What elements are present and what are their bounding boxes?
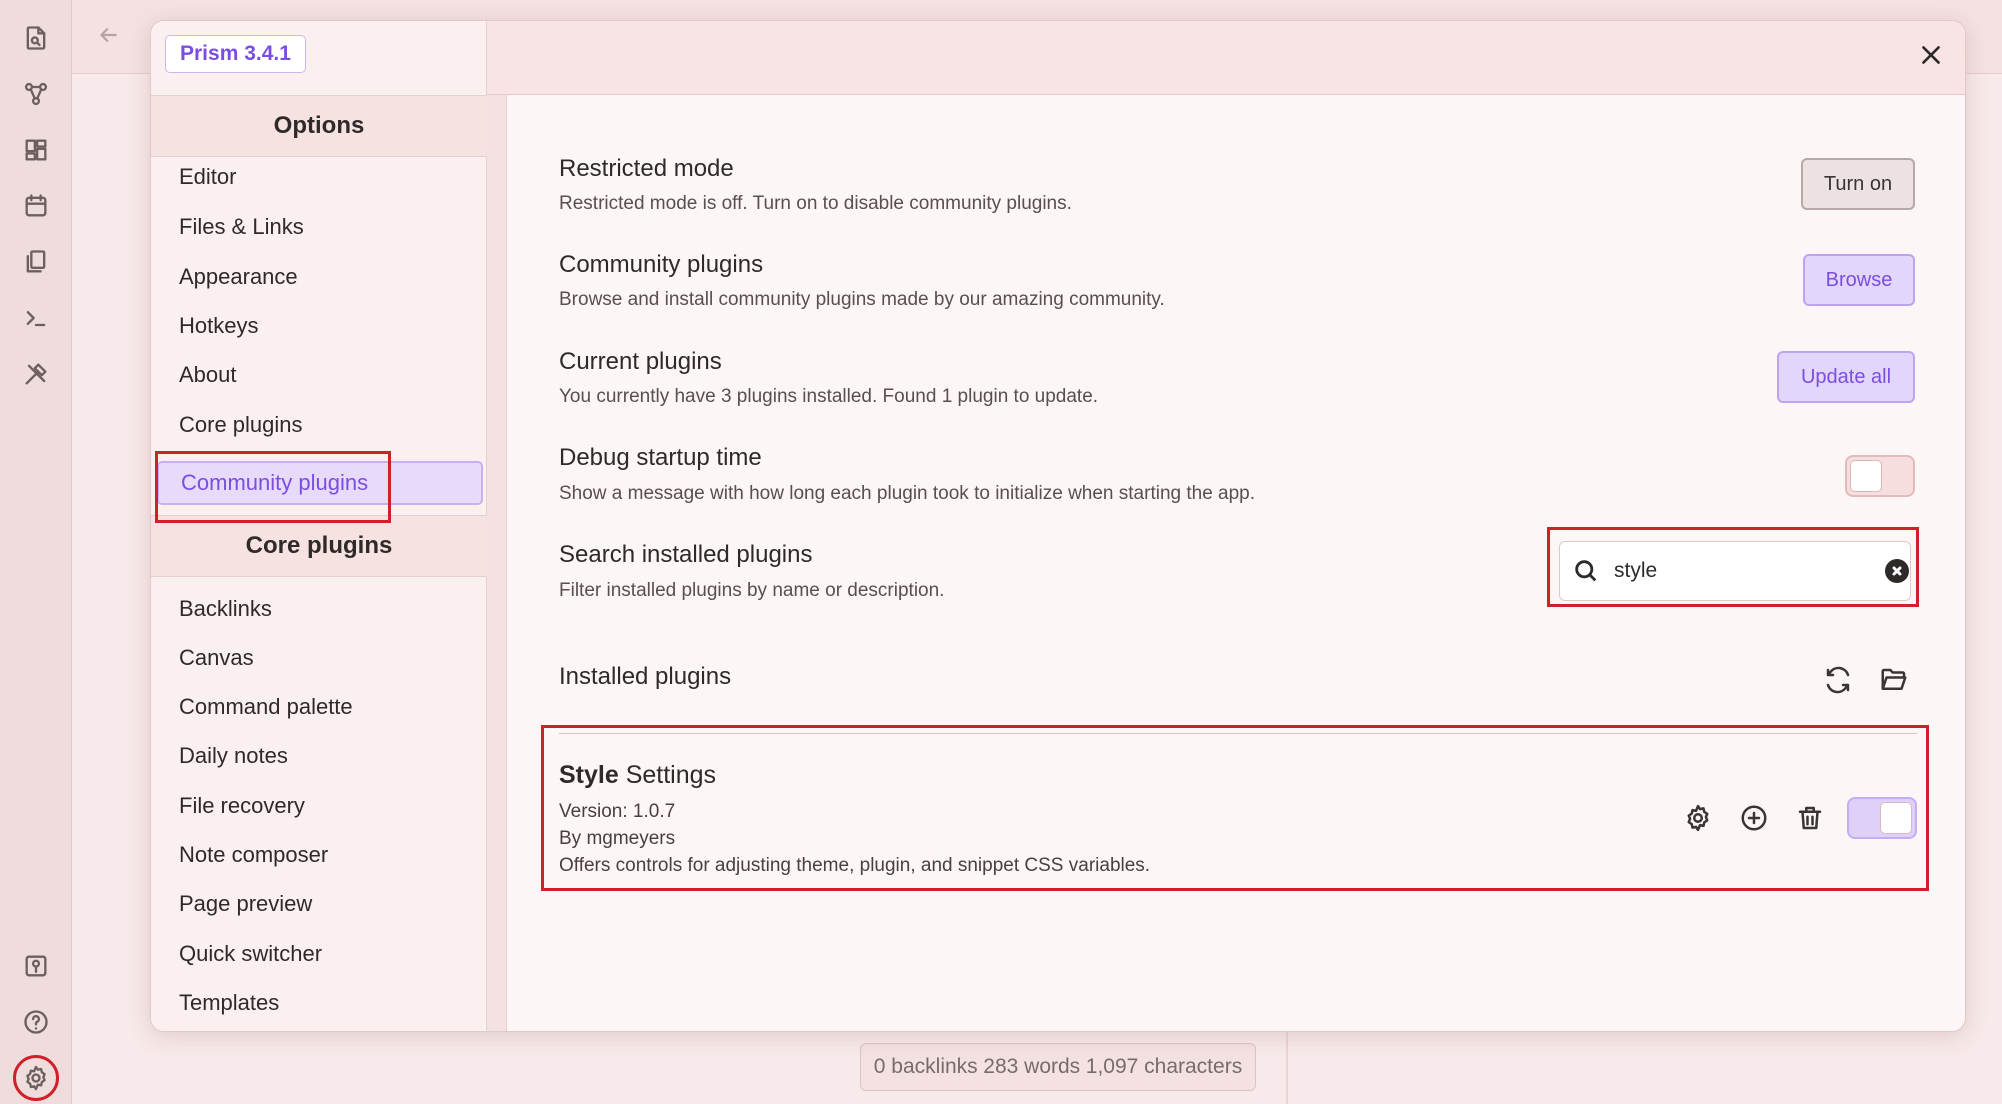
nav-item-file-recovery[interactable]: File recovery [157,784,483,828]
nav-item-command-palette[interactable]: Command palette [157,685,483,729]
nav-item-appearance[interactable]: Appearance [157,255,483,299]
settings-modal: Prism 3.4.1 Options Editor Files & Links… [150,20,1966,1032]
debug-startup-toggle[interactable] [1845,455,1915,497]
help-icon[interactable] [16,1002,56,1042]
status-backlinks[interactable]: 0 backlinks [874,1055,978,1079]
modal-header-bar [487,21,1965,95]
turn-on-button[interactable]: Turn on [1801,158,1915,210]
daily-notes-icon[interactable] [16,186,56,226]
back-arrow-icon[interactable] [96,22,126,52]
nav-item-templates[interactable]: Templates [157,981,483,1025]
settings-sidebar: Prism 3.4.1 Options Editor Files & Links… [151,21,487,1031]
community-plugins-desc: Browse and install community plugins mad… [559,289,1165,310]
nav-item-editor[interactable]: Editor [157,155,483,199]
search-plugins-desc: Filter installed plugins by name or desc… [559,580,945,601]
reload-plugins-button[interactable] [1819,661,1857,699]
settings-icon[interactable] [13,1055,59,1101]
nav-item-canvas[interactable]: Canvas [157,636,483,680]
plugin-description: Offers controls for adjusting theme, plu… [559,855,1151,876]
style-settings-icon[interactable] [16,354,56,394]
plugin-name-rest: Settings [618,761,717,789]
uninstall-plugin-button[interactable] [1791,799,1829,837]
toggle-knob [1850,460,1882,492]
vault-switcher-icon[interactable] [16,946,56,986]
nav-item-note-composer[interactable]: Note composer [157,833,483,877]
left-ribbon [0,0,72,1104]
version-badge: Prism 3.4.1 [165,35,306,73]
plugin-enabled-toggle[interactable] [1847,797,1917,839]
nav-item-core-plugins[interactable]: Core plugins [157,403,483,447]
close-button[interactable] [1911,35,1951,75]
nav-item-about[interactable]: About [157,353,483,397]
search-icon [1575,560,1597,582]
clear-search-button[interactable] [1885,559,1909,583]
debug-startup-desc: Show a message with how long each plugin… [559,483,1256,504]
nav-item-daily-notes[interactable]: Daily notes [157,734,483,778]
search-plugins-field[interactable] [1559,541,1911,601]
command-palette-icon[interactable] [16,298,56,338]
plus-circle-icon [1741,805,1767,831]
search-plugins-title: Search installed plugins [559,541,813,568]
plugin-name: Style Settings [559,761,716,790]
current-plugins-title: Current plugins [559,348,722,375]
open-plugins-folder-button[interactable] [1875,661,1913,699]
status-bar: 0 backlinks 283 words 1,097 characters [860,1043,1256,1091]
current-plugins-desc: You currently have 3 plugins installed. … [559,386,1099,407]
trash-icon [1798,806,1822,830]
options-header: Options [151,95,487,157]
nav-item-quick-switcher[interactable]: Quick switcher [157,932,483,976]
folder-open-icon [1881,668,1907,690]
close-icon [1922,46,1940,64]
community-plugins-title: Community plugins [559,251,764,278]
plugin-name-match: Style [559,761,619,789]
status-characters: 1,097 characters [1085,1055,1243,1078]
nav-item-community-plugins[interactable]: Community plugins [157,461,483,505]
status-words: 283 words [983,1055,1081,1078]
plugin-options-button[interactable] [1679,799,1717,837]
templates-icon[interactable] [16,242,56,282]
open-file-icon[interactable] [16,18,56,58]
update-all-button[interactable]: Update all [1777,351,1915,403]
toggle-knob [1880,802,1912,834]
core-plugins-header: Core plugins [151,515,487,577]
graph-view-icon[interactable] [16,74,56,114]
installed-plugins-heading: Installed plugins [559,663,732,690]
search-input[interactable] [1614,559,1885,583]
canvas-icon[interactable] [16,130,56,170]
debug-startup-title: Debug startup time [559,444,762,471]
nav-item-backlinks[interactable]: Backlinks [157,587,483,631]
clear-icon [1892,566,1902,576]
nav-item-hotkeys[interactable]: Hotkeys [157,304,483,348]
plugin-version: Version: 1.0.7 [559,801,676,822]
browse-button[interactable]: Browse [1803,254,1915,306]
restricted-mode-desc: Restricted mode is off. Turn on to disab… [559,193,1072,214]
gear-icon [1687,804,1709,832]
nav-item-files-links[interactable]: Files & Links [157,205,483,249]
plugin-hotkeys-button[interactable] [1735,799,1773,837]
refresh-icon [1826,666,1850,694]
nav-item-page-preview[interactable]: Page preview [157,882,483,926]
installed-divider [559,733,1917,734]
sidebar-scrollbar[interactable] [487,95,507,1031]
restricted-mode-title: Restricted mode [559,155,734,182]
plugin-author: By mgmeyers [559,828,676,849]
